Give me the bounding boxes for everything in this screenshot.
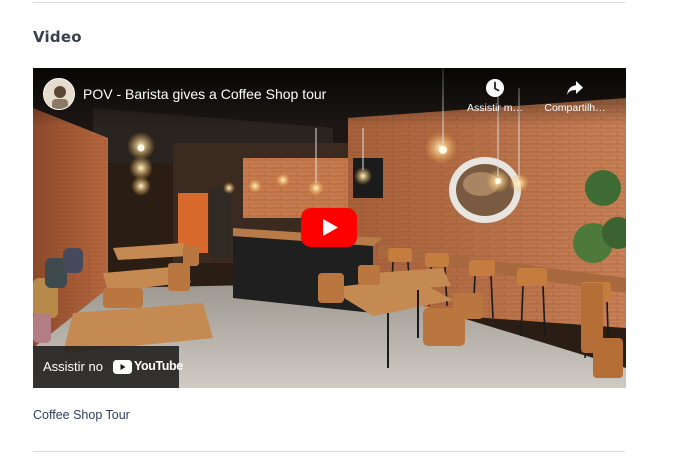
channel-avatar[interactable] [43,78,75,110]
watch-later-button[interactable]: Assistir m… [456,78,534,114]
bottom-divider [33,451,625,452]
watch-on-youtube-button[interactable]: Assistir no YouTube [33,346,183,388]
share-arrow-icon [567,81,583,95]
clock-icon [486,79,504,97]
top-divider [33,2,625,3]
share-button[interactable]: Compartilh… [536,78,614,114]
watch-later-label: Assistir m… [467,102,523,114]
share-label: Compartilh… [544,102,606,114]
watch-on-label: Assistir no [43,359,103,374]
youtube-wordmark: YouTube [134,359,183,373]
youtube-logo-icon [113,360,132,374]
play-button[interactable] [301,208,357,247]
video-title-link[interactable]: POV - Barista gives a Coffee Shop tour [83,86,326,102]
section-title: Video [33,28,82,46]
youtube-logo: YouTube [113,358,183,376]
video-caption: Coffee Shop Tour [33,408,130,422]
video-player[interactable]: POV - Barista gives a Coffee Shop tour A… [33,68,626,388]
